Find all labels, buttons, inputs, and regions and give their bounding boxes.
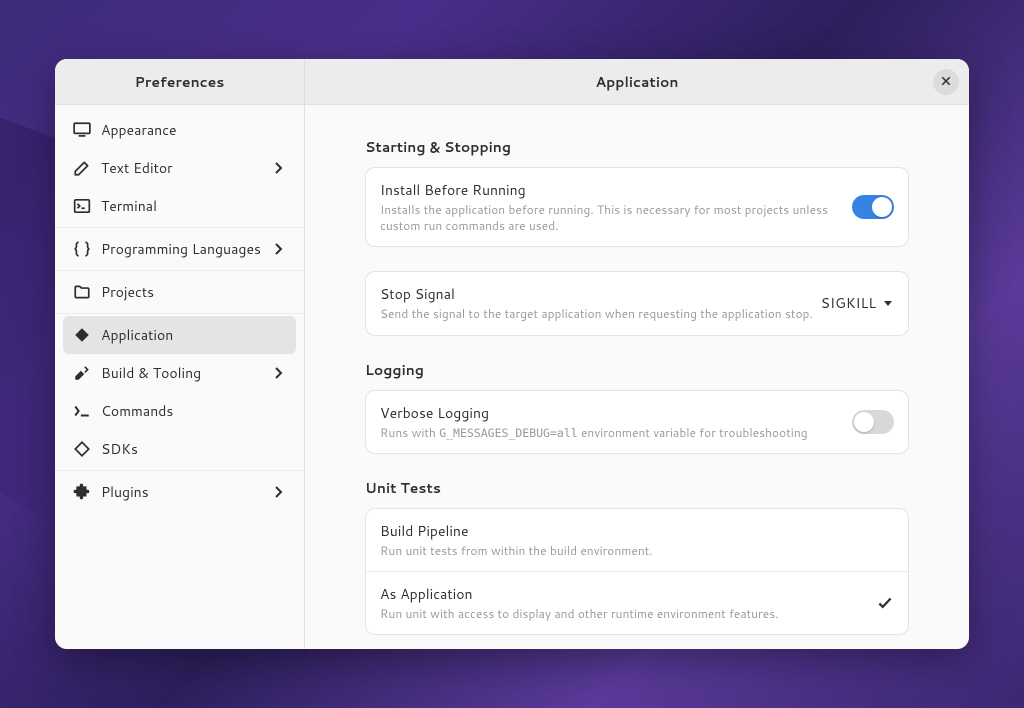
chevron-right-icon (270, 365, 286, 381)
chevron-right-icon (270, 241, 286, 257)
stop-signal-dropdown[interactable]: SIGKILL (821, 293, 894, 313)
section-title-logging: Logging (365, 360, 909, 380)
chevron-right-icon (270, 160, 286, 176)
unit-tests-group: Build Pipeline Run unit tests from withi… (365, 508, 909, 635)
checkmark-icon (876, 594, 894, 612)
monitor-icon (73, 121, 91, 139)
row-verbose-logging[interactable]: Verbose Logging Runs with G_MESSAGES_DEB… (366, 391, 908, 454)
sidebar-item-text-editor[interactable]: Text Editor (63, 149, 296, 187)
row-build-pipeline[interactable]: Build Pipeline Run unit tests from withi… (366, 509, 908, 572)
sidebar-item-application[interactable]: Application (63, 316, 296, 354)
row-title: Stop Signal (380, 284, 821, 304)
preferences-window: Preferences Appearance Text Editor (55, 59, 969, 649)
sidebar-title: Preferences (55, 59, 304, 105)
folder-icon (73, 283, 91, 301)
close-button[interactable] (933, 69, 959, 95)
terminal-icon (73, 197, 91, 215)
triangle-down-icon (882, 297, 894, 309)
page-title: Application (341, 72, 933, 92)
row-install-before-running[interactable]: Install Before Running Installs the appl… (366, 168, 908, 246)
sidebar-item-terminal[interactable]: Terminal (63, 187, 296, 225)
sidebar-item-label: Commands (101, 401, 286, 421)
braces-icon (73, 240, 91, 258)
sidebar-item-label: Build & Tooling (101, 363, 270, 383)
row-install-before-running-group: Install Before Running Installs the appl… (365, 167, 909, 247)
row-desc: Send the signal to the target applicatio… (380, 306, 821, 322)
install-before-running-toggle[interactable] (852, 195, 894, 219)
prompt-icon (73, 402, 91, 420)
close-icon (940, 70, 952, 93)
sidebar-item-plugins[interactable]: Plugins (63, 473, 296, 511)
row-title: Verbose Logging (380, 403, 852, 423)
main-panel: Application Starting & Stopping Install … (305, 59, 969, 649)
sidebar-item-commands[interactable]: Commands (63, 392, 296, 430)
sidebar-item-label: Text Editor (101, 158, 270, 178)
puzzle-icon (73, 483, 91, 501)
row-desc: Run unit tests from within the build env… (380, 543, 894, 559)
row-desc: Runs with G_MESSAGES_DEBUG=all environme… (380, 425, 852, 442)
sidebar-item-label: Terminal (101, 196, 286, 216)
sidebar-item-sdks[interactable]: SDKs (63, 430, 296, 468)
row-title: As Application (380, 584, 876, 604)
diamond-outline-icon (73, 440, 91, 458)
sidebar-item-label: Programming Languages (101, 239, 270, 259)
main-content: Starting & Stopping Install Before Runni… (305, 105, 969, 649)
tools-icon (73, 364, 91, 382)
sidebar-item-label: SDKs (101, 439, 286, 459)
sidebar: Preferences Appearance Text Editor (55, 59, 305, 649)
chevron-right-icon (270, 484, 286, 500)
row-as-application[interactable]: As Application Run unit with access to d… (366, 572, 908, 634)
row-desc: Installs the application before running.… (380, 202, 852, 234)
diamond-icon (73, 326, 91, 344)
sidebar-item-label: Plugins (101, 482, 270, 502)
pencil-icon (73, 159, 91, 177)
dropdown-value: SIGKILL (821, 293, 876, 313)
section-title-unit-tests: Unit Tests (365, 478, 909, 498)
sidebar-item-appearance[interactable]: Appearance (63, 111, 296, 149)
verbose-logging-toggle[interactable] (852, 410, 894, 434)
row-desc: Run unit with access to display and othe… (380, 606, 876, 622)
section-title-starting-stopping: Starting & Stopping (365, 137, 909, 157)
row-verbose-logging-group: Verbose Logging Runs with G_MESSAGES_DEB… (365, 390, 909, 455)
row-title: Build Pipeline (380, 521, 894, 541)
row-title: Install Before Running (380, 180, 852, 200)
sidebar-item-label: Appearance (101, 120, 286, 140)
sidebar-list: Appearance Text Editor Terminal (55, 105, 304, 649)
sidebar-item-label: Application (101, 325, 286, 345)
row-stop-signal-group: Stop Signal Send the signal to the targe… (365, 271, 909, 335)
sidebar-item-programming-languages[interactable]: Programming Languages (63, 230, 296, 268)
sidebar-item-projects[interactable]: Projects (63, 273, 296, 311)
row-stop-signal[interactable]: Stop Signal Send the signal to the targe… (366, 272, 908, 334)
sidebar-item-label: Projects (101, 282, 286, 302)
sidebar-item-build-tooling[interactable]: Build & Tooling (63, 354, 296, 392)
main-header: Application (305, 59, 969, 105)
